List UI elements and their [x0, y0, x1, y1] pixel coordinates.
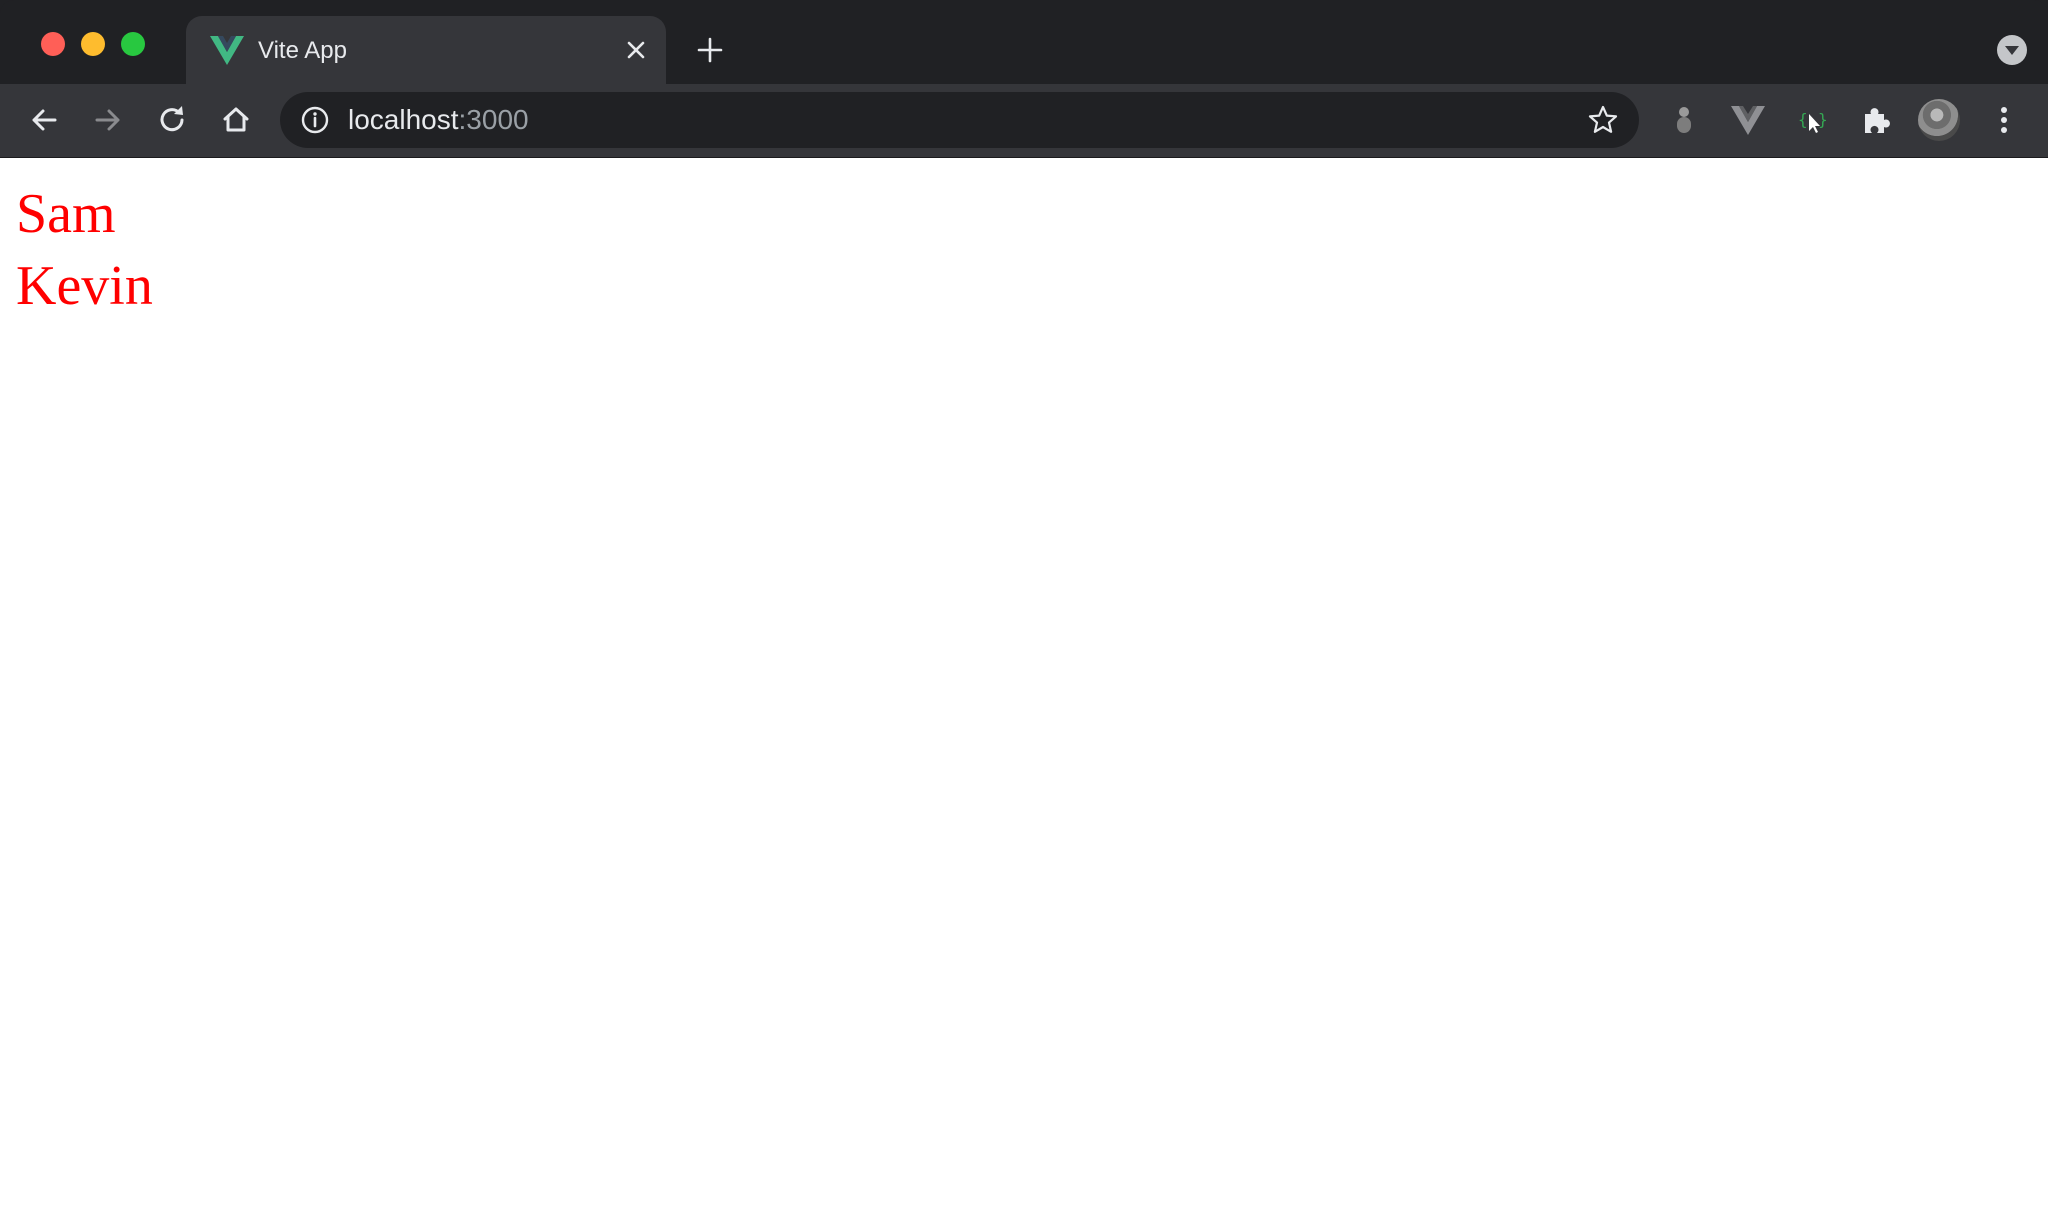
url-text[interactable]: localhost:3000 — [348, 105, 529, 135]
back-arrow-icon[interactable] — [24, 100, 64, 140]
forward-arrow-icon[interactable] — [88, 100, 128, 140]
address-bar[interactable]: localhost:3000 — [280, 92, 1639, 148]
selector-extension-icon[interactable]: { } — [1792, 100, 1832, 140]
tab-strip: Vite App — [0, 0, 2048, 84]
window-close-button[interactable] — [41, 32, 65, 56]
vue-logo-icon — [210, 34, 244, 66]
kebab-menu-icon[interactable] — [1984, 100, 2024, 140]
window-maximize-button[interactable] — [121, 32, 145, 56]
extension-grey-icon[interactable] — [1664, 100, 1704, 140]
tab-search-icon[interactable] — [1996, 34, 2028, 66]
tab-close-icon[interactable] — [622, 36, 650, 64]
bookmark-star-icon[interactable] — [1587, 104, 1619, 136]
name-list: Sam Kevin — [16, 178, 153, 322]
profile-avatar[interactable] — [1918, 99, 1960, 141]
tab-title: Vite App — [258, 37, 347, 64]
svg-text:}: } — [1818, 110, 1828, 129]
reload-icon[interactable] — [152, 100, 192, 140]
url-host: localhost — [348, 104, 459, 135]
puzzle-extensions-icon[interactable] — [1856, 100, 1896, 140]
home-icon[interactable] — [216, 100, 256, 140]
list-item: Sam — [16, 183, 116, 245]
browser-toolbar: localhost:3000 { } — [0, 84, 2048, 158]
new-tab-icon[interactable] — [694, 34, 726, 66]
window-minimize-button[interactable] — [81, 32, 105, 56]
site-info-icon[interactable] — [300, 105, 330, 135]
list-item: Kevin — [16, 255, 153, 317]
url-port: :3000 — [458, 104, 529, 135]
tab-vite-app[interactable]: Vite App — [186, 16, 666, 84]
svg-text:{: { — [1798, 110, 1808, 129]
vue-devtools-icon[interactable] — [1728, 100, 1768, 140]
browser-window: Vite App localhost:3000 {} Sam Kevin — [0, 0, 2048, 1230]
page-content: Sam Kevin — [0, 158, 2048, 1230]
